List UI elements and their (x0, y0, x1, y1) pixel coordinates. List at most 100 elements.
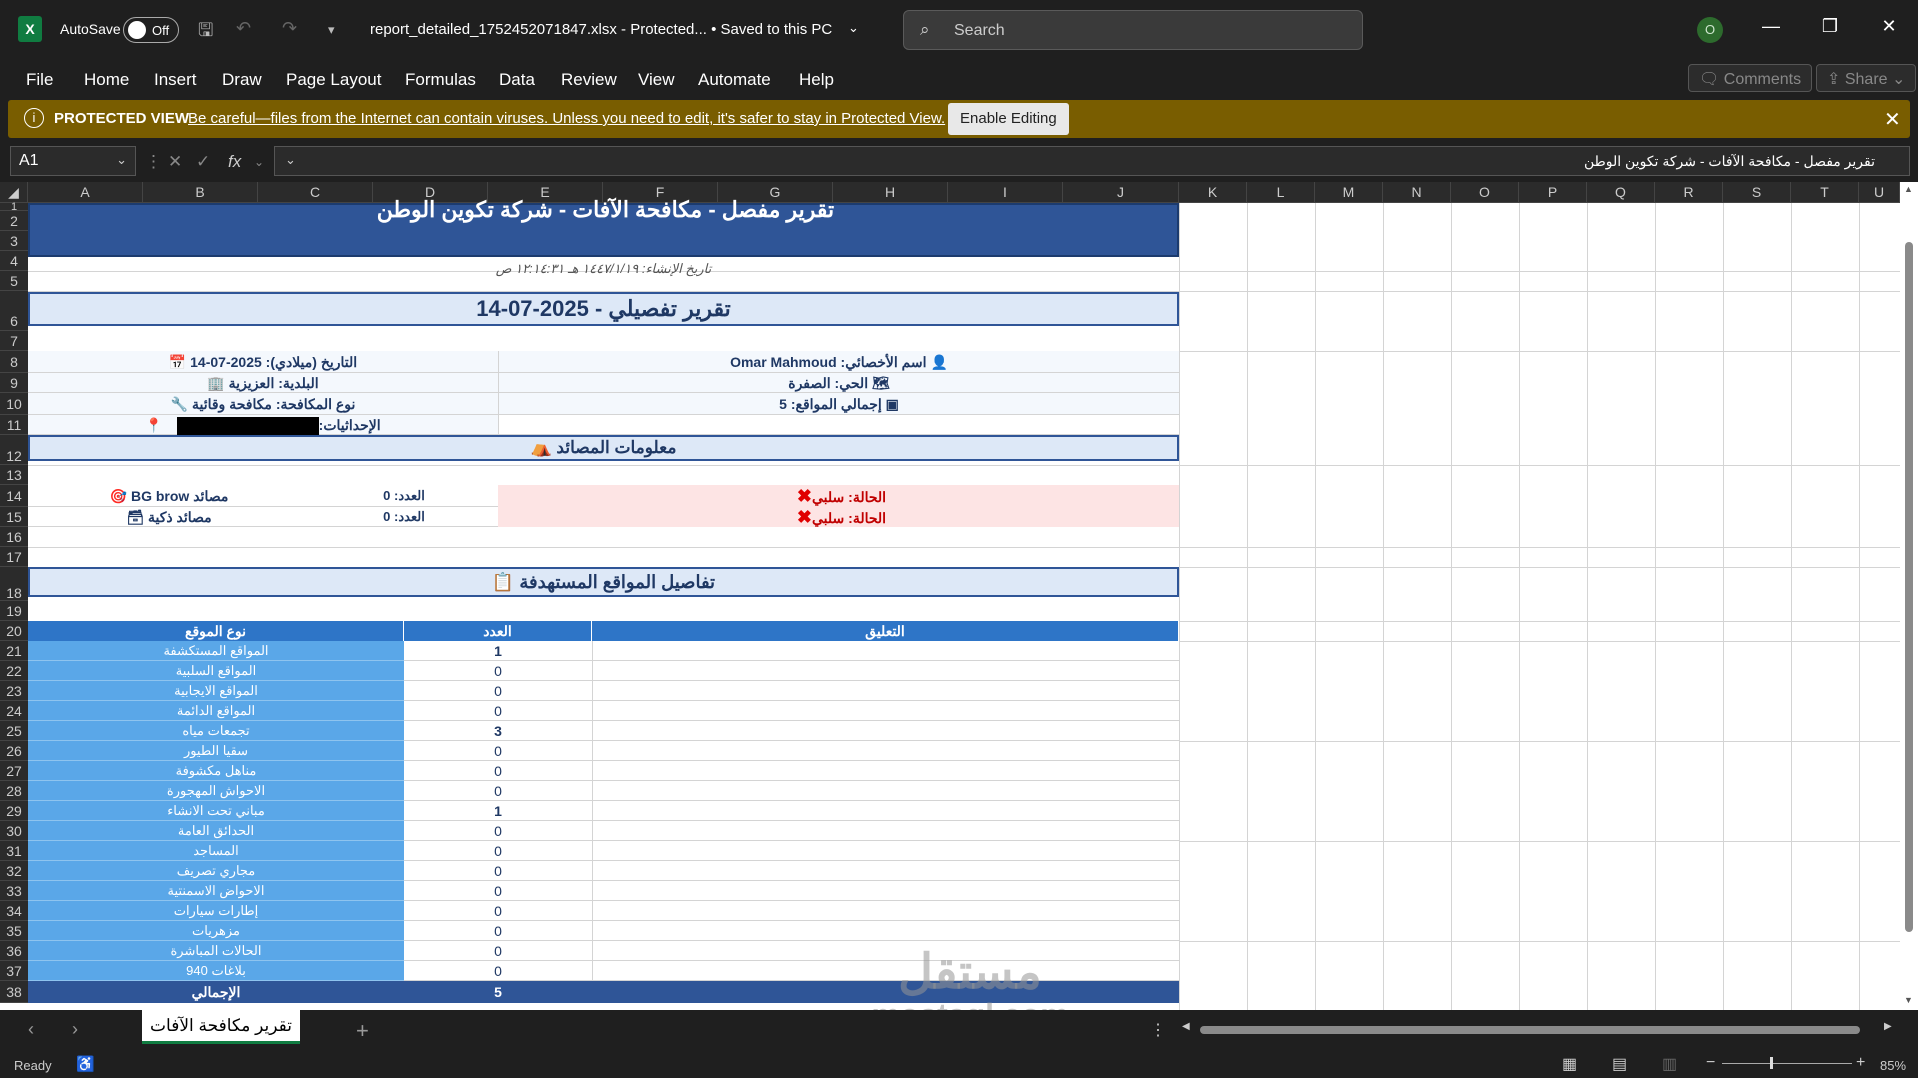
table-row-count[interactable]: 0 (404, 901, 592, 921)
row-header-30[interactable]: 30 (0, 821, 28, 841)
close-icon[interactable]: ✕ (1874, 16, 1904, 37)
zoom-slider[interactable] (1722, 1057, 1852, 1069)
table-row-count[interactable]: 0 (404, 941, 592, 961)
col-site-type[interactable]: نوع الموقع (28, 621, 404, 641)
table-row-name[interactable]: الاحواض الاسمنتية (28, 881, 404, 901)
table-row-comment[interactable] (592, 761, 1179, 781)
table-row-count[interactable]: 0 (404, 701, 592, 721)
table-row-comment[interactable] (592, 961, 1179, 981)
row-header-19[interactable]: 19 (0, 601, 28, 621)
table-row-comment[interactable] (592, 681, 1179, 701)
row-header-2[interactable]: 2 (0, 211, 28, 231)
zoom-level[interactable]: 85% (1880, 1058, 1906, 1073)
page-layout-view-icon[interactable]: ▤ (1612, 1054, 1627, 1074)
col-header-p[interactable]: P (1519, 182, 1587, 203)
row-header-8[interactable]: 8 (0, 351, 28, 373)
table-row-name[interactable]: مجاري تصريف (28, 861, 404, 881)
table-row-count[interactable]: 0 (404, 841, 592, 861)
formula-input[interactable]: تقرير مفصل - مكافحة الآفات - شركة تكوين … (274, 146, 1910, 176)
normal-view-icon[interactable]: ▦ (1562, 1054, 1577, 1074)
row-header-29[interactable]: 29 (0, 801, 28, 821)
table-row-count[interactable]: 3 (404, 721, 592, 741)
trap2-status-cell[interactable]: الحالة: سلبي✖ (498, 507, 1179, 527)
enable-editing-button[interactable]: Enable Editing (948, 103, 1069, 135)
sheet-cells[interactable]: تقرير مفصل - مكافحة الآفات - شركة تكوين … (28, 197, 1918, 1010)
row-header-9[interactable]: 9 (0, 373, 28, 393)
coordinates-cell[interactable]: الإحداثيات: 📍 (28, 415, 498, 436)
tab-review[interactable]: Review (561, 70, 617, 90)
enter-icon[interactable]: ✓ (196, 152, 210, 172)
zoom-slider-thumb[interactable] (1770, 1057, 1773, 1069)
row-header-34[interactable]: 34 (0, 901, 28, 921)
chevron-down-icon[interactable]: ⌄ (116, 152, 127, 168)
row-header-18[interactable]: 18 (0, 567, 28, 601)
cancel-icon[interactable]: ✕ (168, 152, 182, 172)
table-row-comment[interactable] (592, 641, 1179, 661)
total-row[interactable]: الإجمالي 5 (28, 981, 1179, 1003)
control-type-cell[interactable]: نوع المكافحة: مكافحة وقائية 🔧 (28, 393, 498, 415)
trap2-name-cell[interactable]: مصائد ذكية 🗃 (28, 507, 310, 527)
horizontal-scrollbar[interactable]: ◀ ▶ (1180, 1021, 1900, 1036)
table-row-comment[interactable] (592, 841, 1179, 861)
table-row-comment[interactable] (592, 701, 1179, 721)
col-header-m[interactable]: M (1315, 182, 1383, 203)
table-row-count[interactable]: 1 (404, 641, 592, 661)
col-header-u[interactable]: U (1859, 182, 1900, 203)
table-row-name[interactable]: المواقع الايجابية (28, 681, 404, 701)
row-header-23[interactable]: 23 (0, 681, 28, 701)
table-row-comment[interactable] (592, 741, 1179, 761)
table-row-name[interactable]: الاحواش المهجورة (28, 781, 404, 801)
table-row-name[interactable]: إطارات سيارات (28, 901, 404, 921)
add-sheet-icon[interactable]: + (356, 1018, 369, 1044)
tab-file[interactable]: File (26, 70, 53, 90)
more-options-icon[interactable]: ⋮ (145, 152, 162, 172)
minimize-icon[interactable]: — (1756, 16, 1786, 37)
date-cell[interactable]: التاريخ (ميلادي): 2025-07-14 📅 (28, 351, 498, 373)
scroll-left-icon[interactable]: ◀ (1182, 1021, 1190, 1032)
autosave-toggle[interactable]: Off (123, 17, 179, 43)
chevron-down-icon[interactable]: ⌄ (848, 20, 859, 36)
row-header-32[interactable]: 32 (0, 861, 28, 881)
detailed-report-title[interactable]: تقرير تفصيلي - 2025-07-14 (28, 292, 1179, 326)
row-header-38[interactable]: 38 (0, 981, 28, 1003)
prev-sheet-icon[interactable]: ‹ (28, 1019, 34, 1040)
row-header-35[interactable]: 35 (0, 921, 28, 941)
col-header-k[interactable]: K (1179, 182, 1247, 203)
col-header-o[interactable]: O (1451, 182, 1519, 203)
more-options-icon[interactable]: ⋮ (1150, 1020, 1166, 1040)
chevron-down-icon[interactable]: ⌄ (254, 155, 264, 169)
table-row-comment[interactable] (592, 661, 1179, 681)
comments-button[interactable]: 🗨 Comments (1688, 64, 1813, 92)
undo-icon[interactable]: ↶ (236, 18, 251, 39)
tab-view[interactable]: View (638, 70, 675, 90)
table-row-comment[interactable] (592, 941, 1179, 961)
row-header-13[interactable]: 13 (0, 465, 28, 485)
trap2-count[interactable]: العدد: 0 (310, 507, 498, 527)
tab-automate[interactable]: Automate (698, 70, 771, 90)
table-row-count[interactable]: 0 (404, 741, 592, 761)
row-header-15[interactable]: 15 (0, 507, 28, 527)
trap1-count[interactable]: العدد: 0 (310, 485, 498, 507)
save-icon[interactable]: 🖫 (198, 18, 213, 48)
table-row-count[interactable]: 0 (404, 861, 592, 881)
tab-insert[interactable]: Insert (154, 70, 197, 90)
document-title[interactable]: report_detailed_1752452071847.xlsx - Pro… (370, 21, 832, 38)
col-header-r[interactable]: R (1655, 182, 1723, 203)
expand-formula-icon[interactable]: ⌄ (285, 152, 296, 168)
zoom-out-icon[interactable]: − (1706, 1054, 1715, 1072)
table-row-count[interactable]: 0 (404, 921, 592, 941)
row-header-10[interactable]: 10 (0, 393, 28, 415)
table-row-comment[interactable] (592, 721, 1179, 741)
table-row-comment[interactable] (592, 921, 1179, 941)
tab-formulas[interactable]: Formulas (405, 70, 476, 90)
table-row-comment[interactable] (592, 901, 1179, 921)
district-cell[interactable]: 🗺 الحي: الصفرة (498, 373, 1179, 393)
table-row-name[interactable]: المواقع الدائمة (28, 701, 404, 721)
table-row-comment[interactable] (592, 781, 1179, 801)
sheet-tab[interactable]: تقرير مكافحة الآفات (142, 1010, 300, 1044)
row-header-17[interactable]: 17 (0, 547, 28, 567)
col-count[interactable]: العدد (404, 621, 592, 641)
protected-view-message[interactable]: Be careful—files from the Internet can c… (188, 110, 945, 127)
table-row-count[interactable]: 0 (404, 821, 592, 841)
row-header-37[interactable]: 37 (0, 961, 28, 981)
